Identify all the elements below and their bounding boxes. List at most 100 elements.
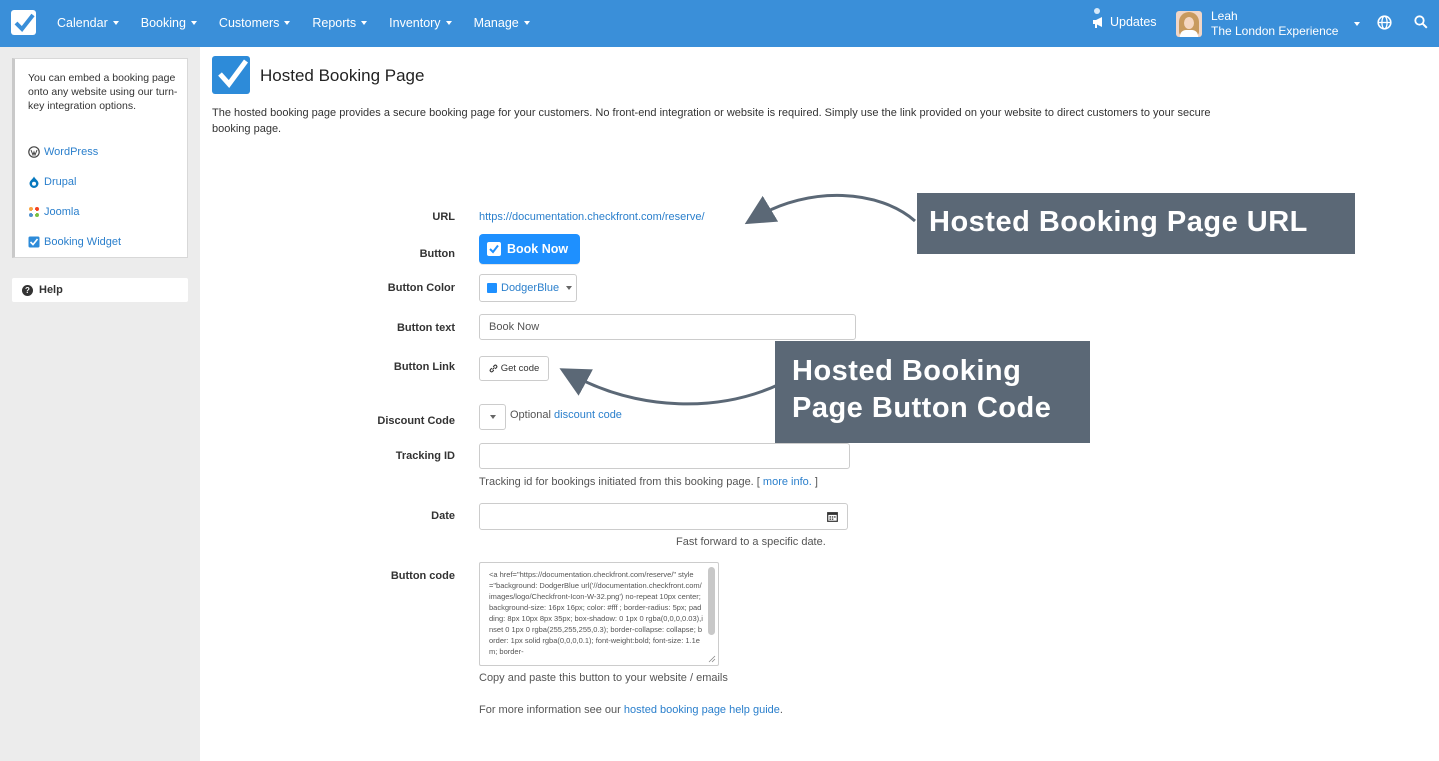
button-link-label: Button Link (393, 361, 455, 373)
tracking-id-label: Tracking ID (395, 450, 455, 462)
calendar-icon (827, 512, 838, 522)
checkbox-icon (487, 242, 501, 256)
get-code-label: Get code (500, 363, 540, 374)
button-color-value: DodgerBlue (501, 282, 560, 294)
sidebar: You can embed a booking page onto any we… (0, 47, 200, 761)
date-help: Fast forward to a specific date. (676, 536, 826, 548)
resize-grip-icon[interactable] (708, 655, 716, 663)
chevron-down-icon (1354, 22, 1360, 26)
button-label: Button (419, 248, 455, 260)
calendar-button[interactable] (818, 503, 848, 530)
hosted-page-url-link[interactable]: https://documentation.checkfront.com/res… (479, 211, 705, 223)
button-code-label: Button code (390, 570, 455, 582)
nav-label: Booking (140, 16, 186, 30)
book-now-button-preview[interactable]: Book Now (479, 234, 580, 264)
help-label: Help (39, 284, 63, 296)
chevron-down-icon (284, 21, 291, 25)
tracking-help-close: ] (814, 476, 818, 488)
sidebar-intro-text: You can embed a booking page onto any we… (28, 72, 178, 112)
nav-booking[interactable]: Booking (141, 16, 197, 30)
nav-label: Calendar (57, 16, 108, 30)
chevron-down-icon (523, 21, 530, 25)
sidebar-item-joomla[interactable]: Joomla (28, 206, 79, 218)
button-text-input[interactable]: Book Now (479, 314, 856, 340)
more-information-text: For more information see our hosted book… (479, 704, 783, 716)
wordpress-icon (28, 146, 40, 158)
chevron-down-icon (445, 21, 452, 25)
nav-customers[interactable]: Customers (218, 16, 291, 30)
button-color-label: Button Color (387, 282, 455, 294)
nav-label: Manage (473, 16, 519, 30)
question-circle-icon: ? (22, 285, 33, 296)
date-input[interactable] (479, 503, 819, 530)
page-description: The hosted booking page provides a secur… (212, 107, 1211, 135)
user-organization: The London Experience (1211, 24, 1339, 38)
sidebar-item-label: Drupal (44, 176, 77, 188)
code-callout-arrow (559, 368, 781, 406)
chevron-down-icon (190, 21, 197, 25)
updates-label: Updates (1110, 15, 1157, 29)
help-button[interactable]: ? Help (12, 278, 188, 302)
page-title: Hosted Booking Page (260, 66, 425, 85)
nav-label: Inventory (389, 16, 441, 30)
date-label: Date (431, 510, 455, 522)
chevron-down-icon (112, 21, 119, 25)
checkbox-icon (28, 236, 40, 248)
more-info-suffix: . (779, 704, 783, 716)
main-nav: Calendar Booking Customers Reports Inven… (57, 16, 552, 30)
discount-code-dropdown[interactable] (479, 404, 506, 430)
chevron-down-icon (566, 286, 573, 290)
scrollbar[interactable] (708, 567, 715, 635)
help-guide-link[interactable]: hosted booking page help guide (624, 704, 780, 716)
nav-label: Customers (218, 16, 280, 30)
sidebar-item-wordpress[interactable]: WordPress (28, 146, 98, 158)
url-label: URL (432, 211, 455, 223)
tracking-id-help: Tracking id for bookings initiated from … (479, 476, 818, 488)
sidebar-item-label: Booking Widget (44, 236, 122, 248)
updates-button[interactable]: Updates (1092, 8, 1157, 29)
nav-inventory[interactable]: Inventory (389, 16, 452, 30)
get-code-button[interactable]: Get code (479, 356, 549, 381)
megaphone-icon (1093, 16, 1102, 28)
avatar (1176, 11, 1202, 37)
integration-options-panel: You can embed a booking page onto any we… (12, 58, 188, 258)
more-info-prefix: For more information see our (479, 704, 621, 716)
button-code-help: Copy and paste this button to your websi… (479, 672, 728, 684)
joomla-icon (29, 207, 39, 217)
drupal-icon (29, 176, 39, 188)
more-info-link[interactable]: more info. (763, 476, 812, 488)
chevron-down-icon (361, 21, 368, 25)
url-callout-label: Hosted Booking Page URL (917, 193, 1355, 254)
book-now-label: Book Now (507, 242, 569, 256)
search-icon[interactable] (1414, 15, 1428, 29)
top-navigation-bar: Calendar Booking Customers Reports Inven… (0, 0, 1439, 47)
discount-code-label: Discount Code (377, 415, 455, 427)
discount-code-hint: Optional discount code (510, 409, 622, 421)
checkfront-logo-icon[interactable] (11, 10, 36, 35)
sidebar-item-label: WordPress (44, 146, 99, 158)
color-swatch (487, 283, 497, 293)
tracking-id-input[interactable] (479, 443, 850, 469)
discount-code-link[interactable]: discount code (554, 409, 622, 421)
link-icon (489, 364, 498, 373)
url-callout-arrow (744, 194, 916, 225)
chevron-down-icon (489, 415, 496, 419)
globe-icon[interactable] (1377, 15, 1392, 30)
nav-reports[interactable]: Reports (312, 16, 368, 30)
user-menu[interactable]: Leah The London Experience (1176, 9, 1361, 39)
button-text-label: Button text (396, 322, 455, 334)
hosted-page-checkbox-icon (212, 56, 250, 94)
button-code-textarea[interactable]: <a href="https://documentation.checkfron… (479, 562, 719, 666)
sidebar-item-label: Joomla (44, 206, 80, 218)
nav-calendar[interactable]: Calendar (57, 16, 119, 30)
user-name: Leah (1211, 9, 1238, 23)
button-code-callout-label: Hosted Booking Page Button Code (775, 341, 1090, 443)
nav-label: Reports (312, 16, 357, 30)
optional-text: Optional (510, 409, 551, 421)
sidebar-item-drupal[interactable]: Drupal (28, 176, 76, 188)
tracking-help-text: Tracking id for bookings initiated from … (479, 476, 760, 488)
nav-manage[interactable]: Manage (474, 16, 530, 30)
button-color-select[interactable]: DodgerBlue (479, 274, 577, 302)
notification-dot (1094, 8, 1100, 14)
sidebar-item-booking-widget[interactable]: Booking Widget (28, 236, 121, 248)
